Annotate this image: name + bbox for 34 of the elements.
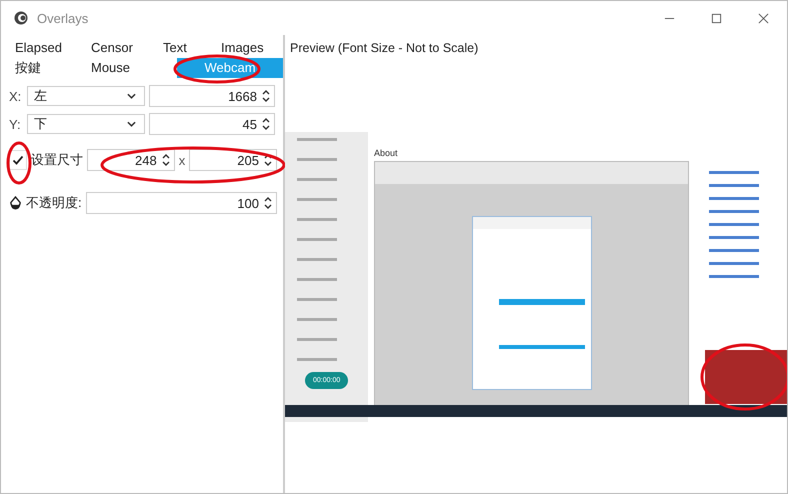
size-separator: x bbox=[178, 152, 186, 168]
position-spinbox[interactable]: 1668 bbox=[149, 85, 275, 107]
spinner-arrows-icon bbox=[262, 88, 270, 104]
opacity-drop-icon bbox=[9, 196, 22, 210]
opacity-spinbox[interactable]: 100 bbox=[86, 192, 277, 214]
spinner-arrows-icon bbox=[262, 116, 270, 132]
overlay-tab[interactable]: 按鍵 bbox=[7, 58, 83, 78]
axis-label: X: bbox=[9, 88, 22, 104]
axis-label: Y: bbox=[9, 116, 22, 132]
anchor-dropdown[interactable]: 下 bbox=[27, 114, 145, 134]
annotation-ellipse bbox=[5, 141, 33, 185]
checkmark-icon bbox=[12, 154, 24, 166]
size-label: 设置尺寸 bbox=[30, 151, 83, 169]
overlay-tab[interactable]: Mouse bbox=[83, 58, 155, 78]
spinner-arrows-icon bbox=[162, 152, 170, 168]
overlay-tab[interactable]: Elapsed bbox=[7, 38, 83, 58]
app-logo-icon bbox=[14, 11, 28, 25]
anchor-dropdown[interactable]: 左 bbox=[27, 86, 145, 106]
size-checkbox[interactable] bbox=[9, 150, 27, 170]
overlay-tab[interactable]: Censor bbox=[83, 38, 155, 58]
opacity-label: 不透明度: bbox=[26, 194, 82, 212]
position-spinbox[interactable]: 45 bbox=[149, 113, 275, 135]
overlay-tab[interactable]: Text bbox=[155, 38, 213, 58]
overlay-tab[interactable]: Images bbox=[213, 38, 283, 58]
page-heading: About bbox=[374, 148, 399, 158]
chevron-down-icon bbox=[127, 93, 136, 99]
close-icon[interactable] bbox=[758, 12, 769, 24]
preview-title: Preview (Font Size - Not to Scale) bbox=[290, 41, 480, 55]
chevron-down-icon bbox=[127, 121, 136, 127]
spinner-arrows-icon bbox=[264, 195, 272, 211]
width-spinbox[interactable]: 248 bbox=[86, 149, 175, 171]
maximize-icon[interactable] bbox=[711, 12, 722, 24]
height-spinbox[interactable]: 205 bbox=[189, 149, 277, 171]
window-title: Overlays bbox=[37, 10, 88, 26]
